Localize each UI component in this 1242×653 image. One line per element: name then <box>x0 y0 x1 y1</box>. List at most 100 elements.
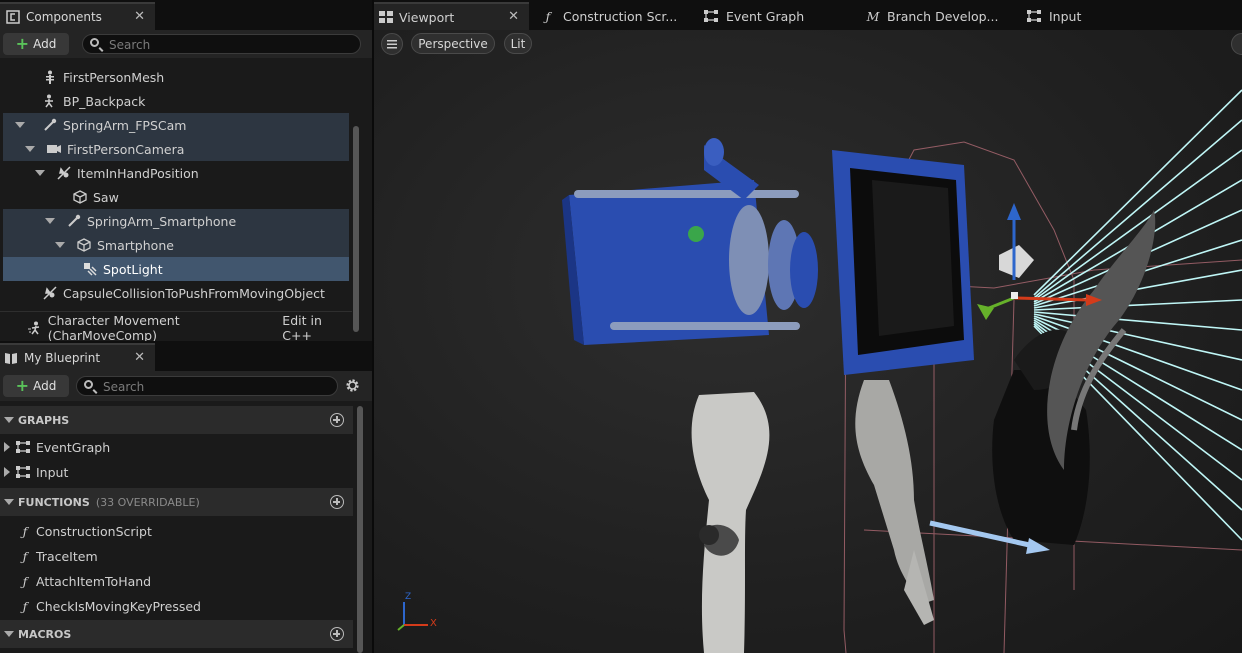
expand-arrow-icon[interactable] <box>4 467 10 477</box>
macros-title: MACROS <box>18 627 72 641</box>
book-icon <box>4 351 18 365</box>
tree-item-firstpersoncamera[interactable]: FirstPersonCamera <box>3 137 349 161</box>
graph-item-label: Input <box>36 464 69 480</box>
add-blueprint-item-button[interactable]: + Add <box>3 375 69 397</box>
collapse-arrow-icon[interactable] <box>4 417 14 423</box>
tab-label: Viewport <box>399 9 455 25</box>
tree-item-label: CapsuleCollisionToPushFromMovingObject <box>63 285 325 301</box>
graphs-section-header[interactable]: GRAPHS <box>0 406 353 434</box>
expand-arrow-icon[interactable] <box>35 170 45 176</box>
tab-event-graph[interactable]: Event Graph <box>704 2 854 30</box>
macros-section-header[interactable]: MACROS <box>0 620 353 648</box>
close-icon[interactable]: ✕ <box>134 350 145 365</box>
tab-viewport[interactable]: Viewport ✕ <box>374 2 529 30</box>
add-label: Add <box>33 379 57 393</box>
skeleton-icon <box>43 70 57 84</box>
components-search-input[interactable] <box>107 36 305 54</box>
axis-indicator: Z X <box>392 592 442 632</box>
tree-item-label: FirstPersonCamera <box>67 141 185 157</box>
tab-label: Construction Scr... <box>563 8 678 24</box>
tree-item-capsulecollision[interactable]: CapsuleCollisionToPushFromMovingObject <box>3 281 349 305</box>
tab-construction-script[interactable]: ƒ Construction Scr... <box>539 2 689 30</box>
movement-icon <box>27 321 42 335</box>
function-icon: ƒ <box>22 548 28 564</box>
hamburger-menu-icon <box>387 40 397 49</box>
tree-item-saw[interactable]: Saw <box>3 185 349 209</box>
function-item-label: ConstructionScript <box>36 523 152 539</box>
tab-label: Input <box>1049 8 1082 24</box>
tree-divider <box>0 311 352 312</box>
left-panels: Components ✕ +Add FirstPersonMesh BP_Bac… <box>0 0 372 653</box>
viewport-canvas[interactable]: Perspective Lit Z X <box>374 30 1242 653</box>
components-tab[interactable]: Components ✕ <box>0 2 155 30</box>
tree-item-firstpersonmesh[interactable]: FirstPersonMesh <box>3 65 349 89</box>
tab-input[interactable]: Input <box>1027 2 1147 30</box>
editor-tabbar: Viewport ✕ ƒ Construction Scr... Event G… <box>374 0 1242 30</box>
function-item[interactable]: ƒ ConstructionScript <box>0 519 353 543</box>
components-scroll-thumb[interactable] <box>353 126 359 332</box>
tree-item-label: Saw <box>93 189 119 205</box>
viewport-options-button[interactable] <box>381 33 403 55</box>
search-icon <box>90 38 99 47</box>
add-component-button[interactable]: + Add <box>3 33 69 55</box>
plus-icon: + <box>15 376 30 395</box>
my-blueprint-tab-title: My Blueprint <box>24 351 101 365</box>
blueprint-scrollbar[interactable] <box>356 406 364 653</box>
tree-item-spotlight[interactable]: SpotLight <box>3 257 349 281</box>
function-item[interactable]: ƒ TraceItem <box>0 544 353 568</box>
tree-item-smartphone[interactable]: Smartphone <box>3 233 349 257</box>
tree-item-iteminhandposition[interactable]: ItemInHandPosition <box>3 161 349 185</box>
functions-subtitle: (33 OVERRIDABLE) <box>95 495 200 509</box>
tree-item-springarm-smartphone[interactable]: SpringArm_Smartphone <box>3 209 349 233</box>
add-macro-icon[interactable] <box>330 627 344 641</box>
functions-section-header[interactable]: FUNCTIONS (33 OVERRIDABLE) <box>0 488 353 516</box>
collapse-arrow-icon[interactable] <box>4 631 14 637</box>
expand-arrow-icon[interactable] <box>55 242 65 248</box>
blueprint-icon <box>6 10 20 24</box>
expand-arrow-icon[interactable] <box>15 122 25 128</box>
tree-item-label: SpringArm_Smartphone <box>87 213 237 229</box>
settings-gear-icon[interactable] <box>344 377 361 394</box>
tree-item-label: SpringArm_FPSCam <box>63 117 187 133</box>
close-icon[interactable]: ✕ <box>508 9 519 24</box>
graph-item-input[interactable]: Input <box>0 460 353 484</box>
edit-in-cpp-link[interactable]: Edit in C++ <box>282 313 350 343</box>
graphs-title: GRAPHS <box>18 413 70 427</box>
my-blueprint-tab[interactable]: My Blueprint ✕ <box>0 343 155 371</box>
graph-icon <box>16 465 30 479</box>
spring-arm-icon <box>43 118 57 132</box>
blueprint-scroll-thumb[interactable] <box>357 406 363 653</box>
tab-branch-develop[interactable]: M Branch Develop... <box>865 2 1015 30</box>
add-graph-icon[interactable] <box>330 413 344 427</box>
expand-arrow-icon[interactable] <box>4 442 10 452</box>
collapse-arrow-icon[interactable] <box>4 499 14 505</box>
components-tabbar: Components ✕ <box>0 0 372 30</box>
components-search[interactable] <box>82 34 361 54</box>
character-movement-row[interactable]: Character Movement (CharMoveComp) Edit i… <box>0 313 350 343</box>
blueprint-search-input[interactable] <box>101 378 287 396</box>
components-tree: FirstPersonMesh BP_Backpack SpringArm_FP… <box>0 60 372 343</box>
add-function-icon[interactable] <box>330 495 344 509</box>
function-item[interactable]: ƒ CheckIsMovingKeyPressed <box>0 594 353 618</box>
perspective-button[interactable]: Perspective <box>411 33 495 54</box>
components-toolbar: + Add <box>0 30 372 58</box>
tree-item-springarm-fpscam[interactable]: SpringArm_FPSCam <box>3 113 349 137</box>
lit-mode-button[interactable]: Lit <box>504 33 532 54</box>
components-tab-title: Components <box>26 10 102 24</box>
blueprint-tabbar: My Blueprint ✕ <box>0 341 372 371</box>
close-icon[interactable]: ✕ <box>134 9 145 24</box>
components-scrollbar[interactable] <box>352 64 360 334</box>
blueprint-search[interactable] <box>76 376 338 396</box>
tree-item-bp-backpack[interactable]: BP_Backpack <box>3 89 349 113</box>
camera-icon <box>47 142 61 156</box>
function-item-label: TraceItem <box>36 548 98 564</box>
tree-item-label: BP_Backpack <box>63 93 146 109</box>
function-icon: ƒ <box>22 573 28 589</box>
construction-function-icon: ƒ <box>22 523 28 539</box>
tree-item-label: ItemInHandPosition <box>77 165 199 181</box>
scene-render <box>562 89 1242 653</box>
graph-item-eventgraph[interactable]: EventGraph <box>0 435 353 459</box>
expand-arrow-icon[interactable] <box>25 146 35 152</box>
function-item[interactable]: ƒ AttachItemToHand <box>0 569 353 593</box>
expand-arrow-icon[interactable] <box>45 218 55 224</box>
